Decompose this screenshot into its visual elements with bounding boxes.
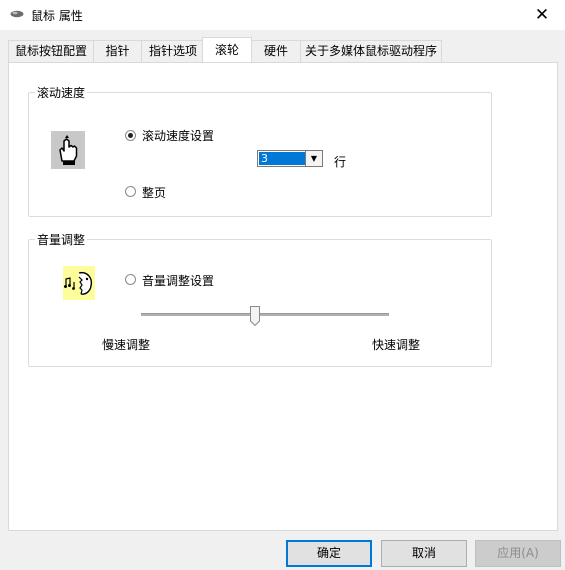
volume-slider-thumb[interactable] xyxy=(250,306,261,326)
apply-button[interactable]: 应用(A) xyxy=(475,540,561,567)
volume-group: 音量调整 音量调整设置 慢速调整 快速调整 xyxy=(28,231,492,367)
scroll-hand-icon xyxy=(51,131,85,169)
scroll-page-label: 整页 xyxy=(142,186,167,200)
volume-fast-label: 快速调整 xyxy=(372,338,421,352)
scroll-page-radio[interactable] xyxy=(125,186,136,197)
cancel-button[interactable]: 取消 xyxy=(381,540,467,567)
tab-pointers[interactable]: 指针 xyxy=(93,40,142,62)
tab-wheel[interactable]: 滚轮 xyxy=(202,37,252,62)
volume-face-icon xyxy=(63,266,95,300)
scroll-lines-select[interactable]: 3 ▼ xyxy=(257,150,323,167)
volume-adjust-radio[interactable] xyxy=(125,274,136,285)
scroll-lines-radio[interactable] xyxy=(125,130,136,141)
tab-buttons[interactable]: 鼠标按钮配置 xyxy=(8,40,94,62)
volume-group-title: 音量调整 xyxy=(35,231,88,248)
close-icon: ✕ xyxy=(534,5,550,25)
volume-adjust-label: 音量调整设置 xyxy=(142,274,215,288)
volume-slider-track[interactable] xyxy=(141,313,389,316)
scroll-speed-group-title: 滚动速度 xyxy=(35,84,88,101)
title-bar: 鼠标 属性 ✕ xyxy=(0,0,565,30)
volume-slow-label: 慢速调整 xyxy=(102,338,151,352)
tab-panel: 滚动速度 滚动速度设置 3 ▼ 行 整页 音量调整 音量调整设置 慢速调整 快速… xyxy=(8,62,558,531)
ok-button[interactable]: 确定 xyxy=(286,540,372,567)
scroll-lines-unit: 行 xyxy=(334,155,347,169)
scroll-speed-group: 滚动速度 滚动速度设置 3 ▼ 行 整页 xyxy=(28,84,492,217)
chevron-down-icon[interactable]: ▼ xyxy=(305,151,322,166)
mouse-app-icon xyxy=(10,10,24,18)
tab-hardware[interactable]: 硬件 xyxy=(251,40,301,62)
close-button[interactable]: ✕ xyxy=(519,0,565,30)
tab-multimedia-driver[interactable]: 关于多媒体鼠标驱动程序 xyxy=(300,40,442,62)
tab-pointer-options[interactable]: 指针选项 xyxy=(141,40,205,62)
window-title: 鼠标 属性 xyxy=(31,9,83,23)
scroll-lines-value: 3 xyxy=(259,152,305,165)
scroll-lines-label: 滚动速度设置 xyxy=(142,129,215,143)
